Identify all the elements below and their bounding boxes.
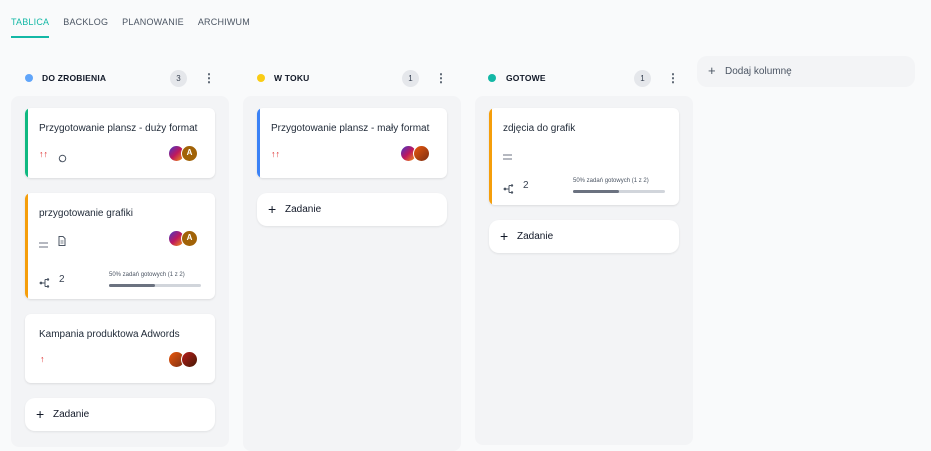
add-task-label: Zadanie xyxy=(517,231,554,242)
subtask-count: 2 xyxy=(59,274,65,285)
progress-fill xyxy=(573,190,619,193)
column-count-badge: 1 xyxy=(634,70,651,87)
subtasks-row: 2 50% zadań gotowych (1 z 2) xyxy=(25,268,215,299)
assignees xyxy=(168,351,198,368)
high-priority-icon: ↑↑ xyxy=(39,149,48,159)
add-column-label: Dodaj kolumnę xyxy=(725,66,792,77)
avatar xyxy=(413,145,430,162)
task-card[interactable]: Kampania produktowa Adwords ↑ xyxy=(25,314,215,383)
card-title: Przygotowanie plansz - duży format xyxy=(39,123,198,134)
card-color-bar xyxy=(25,108,28,178)
medium-priority-icon xyxy=(39,235,48,253)
column-count-badge: 1 xyxy=(402,70,419,87)
card-title: przygotowanie grafiki xyxy=(39,208,133,219)
card-title: zdjęcia do grafik xyxy=(503,123,576,134)
column-body: zdjęcia do grafik 2 50% zadań gotowych (… xyxy=(475,96,693,445)
column-menu-icon[interactable]: ⋮ xyxy=(667,70,679,87)
plus-icon: + xyxy=(268,201,277,217)
status-dot-icon xyxy=(257,74,265,82)
avatar xyxy=(181,351,198,368)
tab-planowanie[interactable]: PLANOWANIE xyxy=(122,17,184,37)
column-title: DO ZROBIENIA xyxy=(42,73,107,83)
progress-text: 50% zadań gotowych (1 z 2) xyxy=(109,272,185,278)
task-card[interactable]: przygotowanie grafiki A 2 50% zadań goto… xyxy=(25,193,215,299)
subtask-count: 2 xyxy=(523,180,529,191)
add-task-label: Zadanie xyxy=(285,204,322,215)
add-column-button[interactable]: + Dodaj kolumnę xyxy=(697,56,915,87)
tab-tablica[interactable]: TABLICA xyxy=(11,17,50,38)
status-dot-icon xyxy=(488,74,496,82)
column-header: W TOKU 1 ⋮ xyxy=(243,57,461,101)
add-task-button[interactable]: + Zadanie xyxy=(489,220,679,253)
add-task-button[interactable]: + Zadanie xyxy=(257,193,447,226)
column-title: GOTOWE xyxy=(506,73,546,83)
tab-archiwum[interactable]: ARCHIWUM xyxy=(198,17,250,37)
column-title: W TOKU xyxy=(274,73,310,83)
column-header: DO ZROBIENIA 3 ⋮ xyxy=(11,57,229,101)
task-card[interactable]: Przygotowanie plansz - mały format ↑↑ xyxy=(257,108,447,178)
status-dot-icon xyxy=(25,74,33,82)
column-header: GOTOWE 1 ⋮ xyxy=(475,57,693,101)
avatar: A xyxy=(181,230,198,247)
progress-text: 50% zadań gotowych (1 z 2) xyxy=(573,178,649,184)
subtasks-icon xyxy=(503,181,514,199)
plus-icon: + xyxy=(36,406,45,422)
progress-bar xyxy=(109,284,201,287)
task-card[interactable]: Przygotowanie plansz - duży format ↑↑ A xyxy=(25,108,215,178)
assignees: A xyxy=(168,230,198,247)
top-tabs: TABLICA BACKLOG PLANOWANIE ARCHIWUM xyxy=(11,17,250,38)
card-title: Kampania produktowa Adwords xyxy=(39,329,180,340)
column-body: Przygotowanie plansz - mały format ↑↑ + … xyxy=(243,96,461,451)
column-menu-icon[interactable]: ⋮ xyxy=(435,70,447,87)
progress-bar xyxy=(573,190,665,193)
add-task-label: Zadanie xyxy=(53,409,90,420)
plus-icon: + xyxy=(500,228,509,244)
progress-fill xyxy=(109,284,155,287)
medium-priority-icon xyxy=(503,147,512,165)
add-task-button[interactable]: + Zadanie xyxy=(25,398,215,431)
subtasks-row: 2 50% zadań gotowych (1 z 2) xyxy=(489,174,679,205)
column-count-badge: 3 xyxy=(170,70,187,87)
card-color-bar xyxy=(257,108,260,178)
task-card[interactable]: zdjęcia do grafik 2 50% zadań gotowych (… xyxy=(489,108,679,205)
comment-icon xyxy=(58,150,67,168)
subtasks-icon xyxy=(39,275,50,293)
avatar: A xyxy=(181,145,198,162)
tab-backlog[interactable]: BACKLOG xyxy=(63,17,108,37)
high-priority-icon: ↑↑ xyxy=(271,149,280,159)
plus-icon: + xyxy=(708,63,716,78)
assignees xyxy=(400,145,430,162)
attachment-icon xyxy=(58,233,66,251)
column-body: Przygotowanie plansz - duży format ↑↑ A … xyxy=(11,96,229,447)
assignees: A xyxy=(168,145,198,162)
up-priority-icon: ↑ xyxy=(40,354,45,364)
card-title: Przygotowanie plansz - mały format xyxy=(271,123,430,134)
column-menu-icon[interactable]: ⋮ xyxy=(203,70,215,87)
